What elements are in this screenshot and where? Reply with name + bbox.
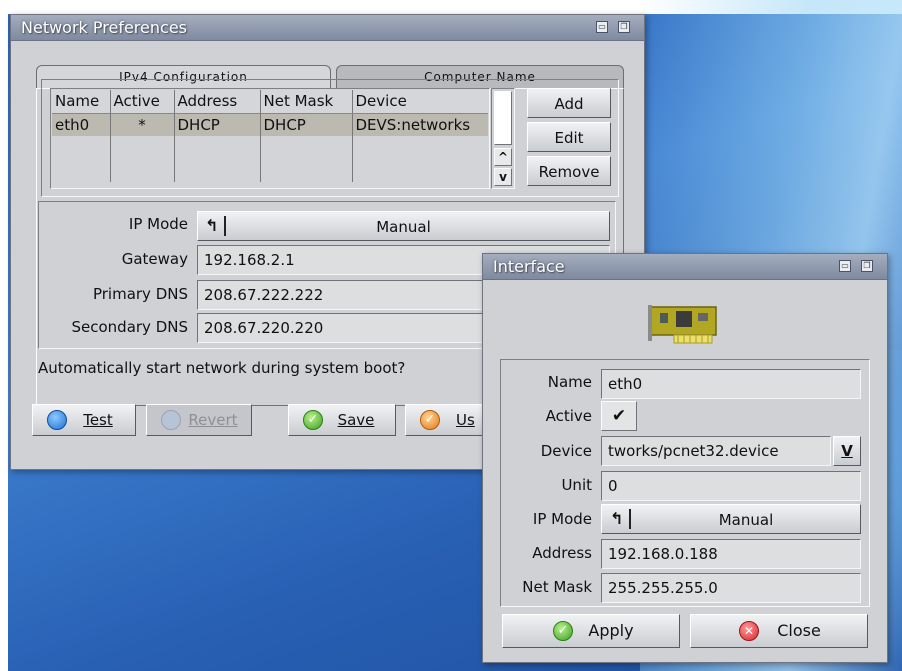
remove-button[interactable]: Remove (527, 156, 611, 186)
scroll-up-button[interactable]: ^ (494, 148, 512, 166)
remove-button-label: Remove (538, 163, 600, 181)
interface-netmask-label: Net Mask (522, 578, 592, 596)
checkmark-orange-icon: ✓ (420, 410, 440, 430)
undo-icon (161, 410, 181, 430)
interface-ip-mode-cycle[interactable]: ↰ Manual (601, 504, 861, 534)
add-button[interactable]: Add (527, 88, 611, 118)
close-button[interactable]: ✕ Close (690, 614, 868, 648)
column-header-netmask[interactable]: Net Mask (260, 90, 353, 114)
checkmark-icon: ✓ (553, 621, 573, 641)
edit-button[interactable]: Edit (527, 122, 611, 152)
iconify-icon[interactable]: ▭ (839, 260, 851, 272)
secondary-dns-label: Secondary DNS (71, 318, 189, 336)
autostart-question: Automatically start network during syste… (38, 359, 406, 377)
desktop-edge-left (0, 0, 8, 671)
primary-dns-label: Primary DNS (92, 285, 188, 303)
cell-name: eth0 (52, 113, 111, 136)
table-empty-row (52, 136, 488, 182)
ip-mode-value: Manual (376, 218, 431, 236)
interface-device-field[interactable]: tworks/pcnet32.device (601, 436, 831, 466)
cell-device: DEVS:networks (355, 115, 471, 134)
interface-unit-field[interactable]: 0 (601, 471, 861, 501)
arrow-down-icon: v (499, 170, 507, 184)
save-button[interactable]: ✓ Save (288, 404, 396, 436)
interface-name-field[interactable]: eth0 (601, 369, 861, 399)
depth-icon[interactable]: ❐ (861, 260, 873, 272)
cell-address: DHCP (174, 113, 261, 136)
interface-unit-label: Unit (561, 476, 592, 494)
interface-netmask-field[interactable]: 255.255.255.0 (601, 573, 861, 603)
interface-address-label: Address (532, 544, 592, 562)
interface-ip-mode-label: IP Mode (532, 510, 592, 528)
column-header-address[interactable]: Address (174, 90, 261, 114)
iconify-icon[interactable]: ▭ (596, 21, 608, 33)
table-row[interactable]: eth0 * DHCP DHCP DEVS:networks (52, 113, 488, 136)
checkmark-icon: ✔ (611, 406, 627, 426)
titlebar[interactable]: Network Preferences ▭ ❐ (11, 15, 644, 41)
close-icon: ✕ (739, 621, 759, 641)
interface-active-checkbox[interactable]: ✔ (601, 401, 637, 431)
interface-active-label: Active (545, 407, 592, 425)
use-button-label: Us (456, 411, 475, 429)
device-popup-button[interactable]: V (833, 436, 861, 466)
ip-mode-label: IP Mode (128, 215, 188, 233)
add-button-label: Add (554, 95, 584, 113)
cycle-icon: ↰ (610, 509, 632, 529)
chevron-down-icon: V (841, 442, 853, 460)
titlebar[interactable]: Interface ▭ ❐ (483, 254, 887, 280)
edit-button-label: Edit (554, 129, 584, 147)
revert-button[interactable]: Revert (146, 404, 252, 436)
checkmark-icon: ✓ (303, 410, 323, 430)
apply-button[interactable]: ✓ Apply (502, 614, 680, 648)
arrow-up-icon: ^ (497, 150, 509, 164)
column-header-name[interactable]: Name (52, 90, 111, 114)
window-title: Interface (493, 257, 565, 276)
window-title: Network Preferences (21, 18, 187, 37)
scroll-down-button[interactable]: v (494, 168, 512, 186)
test-button[interactable]: Test (32, 404, 136, 436)
search-icon (47, 410, 67, 430)
column-header-device[interactable]: Device (352, 90, 488, 114)
cycle-icon: ↰ (205, 216, 227, 236)
cell-active: * (110, 113, 175, 136)
interface-name-label: Name (547, 373, 592, 391)
interface-ip-mode-value: Manual (718, 511, 774, 529)
list-scrollbar-knob[interactable] (494, 91, 512, 145)
ip-mode-cycle[interactable]: ↰ Manual (197, 211, 610, 241)
interface-table: Name Active Address Net Mask Device eth0… (52, 90, 488, 182)
network-card-icon (646, 301, 724, 347)
column-header-active[interactable]: Active (110, 90, 175, 114)
interface-address-field[interactable]: 192.168.0.188 (601, 539, 861, 569)
depth-icon[interactable]: ❐ (618, 21, 630, 33)
interface-device-label: Device (540, 442, 592, 460)
gateway-label: Gateway (121, 250, 188, 268)
table-header-row: Name Active Address Net Mask Device (52, 90, 488, 114)
cell-netmask: DHCP (260, 113, 353, 136)
